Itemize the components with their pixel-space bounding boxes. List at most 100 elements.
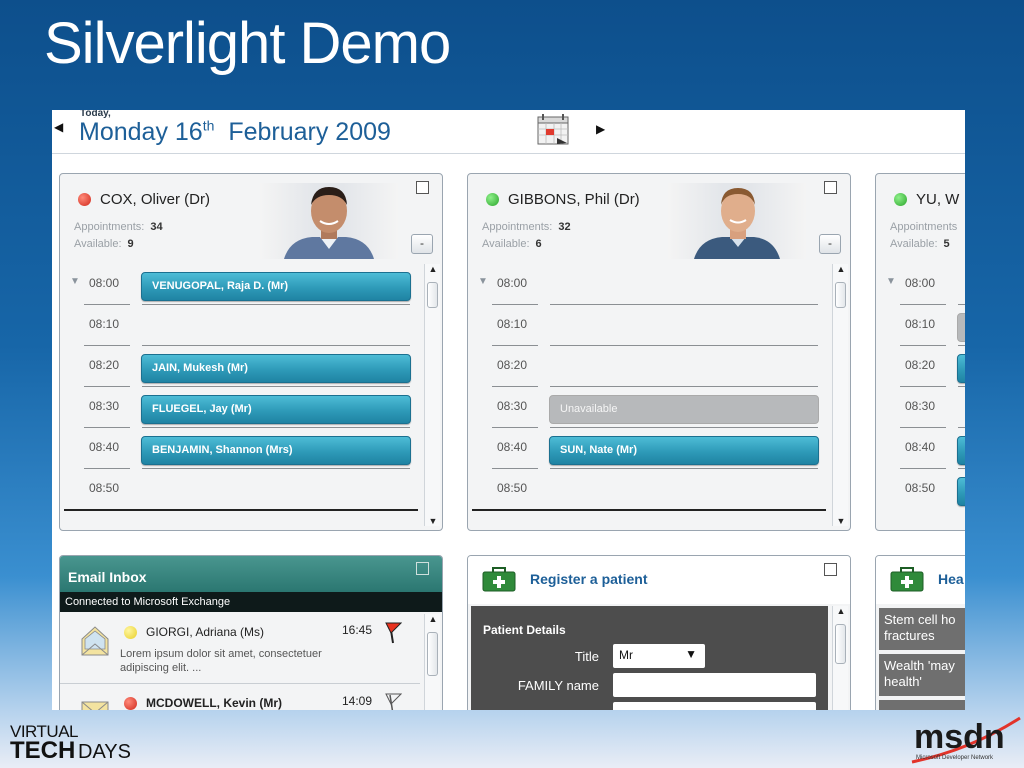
time-slot[interactable]: 08:20: [876, 346, 965, 387]
title-select[interactable]: Mr ▼: [613, 644, 705, 668]
doctor-photo: [260, 183, 398, 259]
scroll-down-icon[interactable]: ▼: [833, 516, 849, 526]
news-item[interactable]: Stem cell ho fractures: [879, 608, 965, 650]
scroll-thumb[interactable]: [835, 624, 846, 664]
appointment-block[interactable]: [957, 477, 965, 506]
family-name-input[interactable]: [613, 673, 816, 697]
month-year: February 2009: [228, 118, 391, 146]
time-slot[interactable]: 08:10: [876, 305, 965, 346]
expand-triangle-icon[interactable]: ▼: [70, 276, 80, 287]
time-slot[interactable]: 08:30 Unavailable: [468, 387, 830, 428]
status-yellow-icon: [124, 626, 137, 639]
previous-day-arrow-icon[interactable]: ◀: [54, 120, 63, 134]
msdn-logo: msdn Microsoft Developer Network: [911, 716, 1021, 764]
time-slot[interactable]: 08:50: [876, 469, 965, 510]
doctor-name: GIBBONS, Phil (Dr): [508, 191, 640, 208]
scroll-thumb[interactable]: [835, 282, 846, 308]
calendar-icon[interactable]: [537, 113, 569, 145]
news-item[interactable]: [879, 700, 965, 710]
email-sender: MCDOWELL, Kevin (Mr): [146, 696, 282, 710]
collapse-button[interactable]: -: [819, 234, 841, 254]
doctor-photo: [668, 183, 806, 259]
svg-text:DAYS: DAYS: [78, 741, 131, 763]
available-count: Available: 6: [482, 238, 542, 250]
appointment-block[interactable]: BENJAMIN, Shannon (Mrs): [141, 436, 411, 465]
email-item[interactable]: GIORGI, Adriana (Ms) 16:45 Lorem ipsum d…: [60, 614, 420, 684]
time-slot[interactable]: 08:10: [60, 305, 422, 346]
register-patient-panel: Register a patient Patient Details Title…: [467, 555, 851, 710]
select-checkbox[interactable]: [416, 562, 429, 575]
unavailable-block[interactable]: [957, 313, 965, 342]
scroll-up-icon[interactable]: ▲: [833, 606, 849, 616]
appointments-count: Appointments: 32: [482, 221, 571, 233]
current-date: Monday 16th February 2009: [79, 118, 391, 147]
news-item[interactable]: Wealth 'may health': [879, 654, 965, 696]
time-slot[interactable]: 08:30 FLUEGEL, Jay (Mr): [60, 387, 422, 428]
time-slot[interactable]: ▼ 08:00: [876, 264, 965, 305]
scroll-thumb[interactable]: [427, 632, 438, 676]
scroll-up-icon[interactable]: ▲: [425, 614, 441, 624]
appointment-block[interactable]: FLUEGEL, Jay (Mr): [141, 395, 411, 424]
time-slot[interactable]: 08:30: [876, 387, 965, 428]
time-slot[interactable]: 08:40: [876, 428, 965, 469]
email-time: 16:45: [342, 623, 373, 637]
appointment-block[interactable]: VENUGOPAL, Raja D. (Mr): [141, 272, 411, 301]
scroll-up-icon[interactable]: ▲: [833, 264, 849, 274]
time-slot[interactable]: ▼ 08:00: [468, 264, 830, 305]
app-window: ◀ Today, Monday 16th February 2009 ▶ COX…: [52, 110, 965, 710]
status-red-icon: [124, 697, 137, 710]
open-envelope-icon: [81, 626, 109, 656]
slide-title: Silverlight Demo: [44, 11, 451, 76]
email-item[interactable]: MCDOWELL, Kevin (Mr) 14:09: [60, 685, 420, 710]
select-checkbox[interactable]: [416, 181, 429, 194]
appointment-block[interactable]: [957, 436, 965, 465]
doctor-header: GIBBONS, Phil (Dr) Appointments: 32 Avail…: [468, 174, 850, 262]
time-slot[interactable]: 08:50: [60, 469, 422, 510]
time-slot[interactable]: 08:10: [468, 305, 830, 346]
svg-text:TECH: TECH: [10, 737, 75, 764]
select-checkbox[interactable]: [824, 563, 837, 576]
time-slot[interactable]: 08:50: [468, 469, 830, 510]
doctor-header: COX, Oliver (Dr) Appointments: 34 Availab…: [60, 174, 442, 262]
red-flag-icon[interactable]: [384, 620, 402, 644]
time-slot[interactable]: 08:40 SUN, Nate (Mr): [468, 428, 830, 469]
next-day-arrow-icon[interactable]: ▶: [596, 122, 605, 136]
appointment-block[interactable]: SUN, Nate (Mr): [549, 436, 819, 465]
register-header: Register a patient: [468, 556, 850, 604]
date-bar: ◀ Today, Monday 16th February 2009 ▶: [52, 110, 965, 154]
available-count: Available: 9: [74, 238, 134, 250]
family-name-label: FAMILY name: [517, 678, 599, 693]
vertical-scrollbar[interactable]: ▲ ▼: [832, 264, 848, 526]
slots-divider: [472, 509, 826, 511]
status-green-icon: [894, 193, 907, 206]
scroll-down-icon[interactable]: ▼: [425, 516, 441, 526]
inbox-header: Email Inbox: [60, 556, 442, 592]
flag-outline-icon[interactable]: [384, 691, 402, 710]
health-news-panel: Hea Stem cell ho fractures Wealth 'may h…: [875, 555, 965, 710]
appointment-block[interactable]: JAIN, Mukesh (Mr): [141, 354, 411, 383]
title-label: Title: [574, 649, 599, 664]
time-slot[interactable]: ▼ 08:00 VENUGOPAL, Raja D. (Mr): [60, 264, 422, 305]
patient-details-form: Patient Details Title Mr ▼ FAMILY name: [471, 606, 828, 710]
add-patient-icon[interactable]: [482, 566, 516, 592]
vertical-scrollbar[interactable]: ▲: [424, 614, 440, 710]
time-slot[interactable]: 08:20 JAIN, Mukesh (Mr): [60, 346, 422, 387]
vertical-scrollbar[interactable]: ▲ ▼: [424, 264, 440, 526]
expand-triangle-icon[interactable]: ▼: [886, 276, 896, 287]
expand-triangle-icon[interactable]: ▼: [478, 276, 488, 287]
scroll-up-icon[interactable]: ▲: [425, 264, 441, 274]
select-checkbox[interactable]: [824, 181, 837, 194]
news-header: Hea: [876, 556, 965, 604]
time-slot[interactable]: 08:20: [468, 346, 830, 387]
scroll-thumb[interactable]: [427, 282, 438, 308]
collapse-button[interactable]: -: [411, 234, 433, 254]
inbox-title: Email Inbox: [68, 569, 147, 585]
add-news-icon[interactable]: [890, 566, 924, 592]
unavailable-block[interactable]: Unavailable: [549, 395, 819, 424]
status-green-icon: [486, 193, 499, 206]
email-inbox-panel: Email Inbox Connected to Microsoft Excha…: [59, 555, 443, 710]
given-name-input[interactable]: [613, 702, 816, 710]
appointment-block[interactable]: [957, 354, 965, 383]
time-slot[interactable]: 08:40 BENJAMIN, Shannon (Mrs): [60, 428, 422, 469]
vertical-scrollbar[interactable]: ▲: [832, 606, 848, 710]
